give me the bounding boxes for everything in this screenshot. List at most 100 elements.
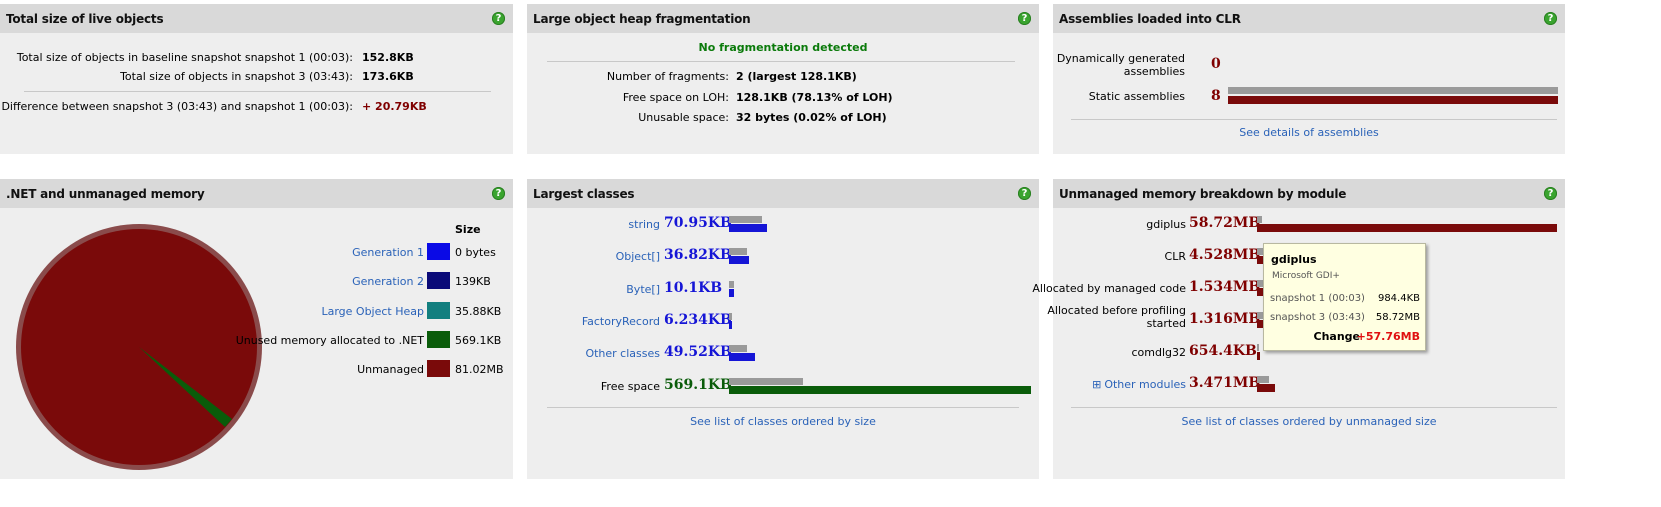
tooltip-subtitle: Microsoft GDI+	[1272, 271, 1340, 281]
tooltip-snapshot-1-label: snapshot 1 (00:03)	[1270, 293, 1365, 304]
tooltip-snapshot-3-value: 58.72MB	[1375, 312, 1420, 323]
baseline-size-value: 152.8KB	[362, 51, 414, 64]
module-row-current-bar	[1257, 352, 1261, 360]
static-assemblies-baseline-bar	[1228, 87, 1558, 94]
help-icon[interactable]: ?	[492, 187, 505, 200]
panel-title: .NET and unmanaged memory	[6, 187, 205, 201]
legend-generation-2-label[interactable]: Generation 2	[352, 275, 424, 288]
help-icon[interactable]: ?	[1018, 187, 1031, 200]
class-row-name[interactable]: Other classes	[585, 347, 660, 360]
classes-by-size-link[interactable]: See list of classes ordered by size	[527, 415, 1039, 428]
class-row-name[interactable]: Byte[]	[626, 283, 660, 296]
class-row-current-bar	[729, 320, 733, 329]
unusable-space-value: 32 bytes (0.02% of LOH)	[736, 111, 887, 124]
module-row-name: Allocated by managed code	[1032, 282, 1186, 295]
fragments-label: Number of fragments:	[606, 70, 729, 83]
legend-loh-label[interactable]: Large Object Heap	[321, 305, 424, 318]
panel-title: Assemblies loaded into CLR	[1059, 12, 1241, 26]
class-row-size: 6.234KB	[664, 311, 732, 328]
dynamic-assemblies-label: assemblies	[1123, 65, 1185, 78]
panel-title: Unmanaged memory breakdown by module	[1059, 187, 1347, 201]
difference-value: + 20.79KB	[362, 100, 427, 113]
static-assemblies-bar	[1228, 87, 1558, 105]
tooltip-snapshot-1-value: 984.4KB	[1377, 293, 1420, 304]
module-row-label: Allocated by managed code	[1032, 282, 1186, 295]
module-row-current-bar	[1257, 224, 1557, 232]
panel-header: Largest classes ?	[527, 179, 1039, 208]
dynamic-assemblies-label: Dynamically generated	[1056, 52, 1185, 65]
tooltip-change-value: +57.76MB	[1356, 330, 1420, 343]
snapshot-size-value: 173.6KB	[362, 70, 414, 83]
loh-fragmentation-panel: Large object heap fragmentation ? No fra…	[527, 4, 1039, 154]
difference-label: Difference between snapshot 3 (03:43) an…	[1, 100, 353, 113]
class-row-size: 36.82KB	[664, 247, 732, 264]
divider	[24, 91, 491, 92]
class-row-baseline-bar	[729, 312, 732, 320]
legend-unused-net-label: Unused memory allocated to .NET	[235, 334, 424, 347]
class-row-current-bar	[729, 224, 767, 232]
class-row-baseline-bar	[729, 345, 747, 353]
module-row-baseline-bar	[1257, 344, 1259, 351]
module-row-name: Allocated before profiling	[1047, 304, 1186, 317]
module-row-baseline-bar	[1257, 376, 1270, 383]
static-assemblies-value: 8	[1211, 88, 1221, 104]
panel-header: Assemblies loaded into CLR ?	[1053, 4, 1565, 33]
snapshot-size-label: Total size of objects in snapshot 3 (03:…	[120, 70, 353, 83]
help-icon[interactable]: ?	[492, 12, 505, 25]
dynamic-assemblies-value: 0	[1211, 56, 1221, 72]
class-row-name[interactable]: FactoryRecord	[582, 315, 660, 328]
module-row-size: 654.4KB	[1189, 343, 1257, 359]
module-row-name: comdlg32	[1131, 346, 1186, 359]
help-icon[interactable]: ?	[1018, 12, 1031, 25]
help-icon[interactable]: ?	[1544, 187, 1557, 200]
module-row-name[interactable]: Other modules	[1104, 378, 1186, 391]
gdiplus-tooltip: gdiplus Microsoft GDI+ snapshot 1 (00:03…	[1263, 243, 1426, 351]
divider	[547, 61, 1015, 62]
expand-icon[interactable]: ⊞	[1092, 378, 1101, 391]
class-row-name[interactable]: Object[]	[616, 250, 660, 263]
assemblies-panel: Assemblies loaded into CLR ? Dynamically…	[1053, 4, 1565, 154]
module-row-size: 3.471MB	[1189, 375, 1261, 391]
legend-generation-1-label[interactable]: Generation 1	[352, 246, 424, 259]
legend-generation-1-value: 0 bytes	[455, 246, 496, 259]
legend-generation-2-value: 139KB	[455, 275, 491, 288]
legend-generation-2-swatch	[427, 272, 450, 289]
module-row-current-bar	[1257, 384, 1275, 392]
size-column-header: Size	[455, 223, 481, 236]
module-row-label[interactable]: ⊞ Other modules	[1092, 378, 1186, 391]
panel-title: Total size of live objects	[6, 12, 164, 26]
class-row-current-bar	[729, 288, 735, 297]
class-row-size: 569.1KB	[664, 376, 732, 393]
unusable-space-label: Unusable space:	[638, 111, 729, 124]
legend-unmanaged-value: 81.02MB	[455, 363, 504, 376]
class-row-size: 70.95KB	[664, 215, 732, 231]
class-row-baseline-bar	[729, 377, 804, 385]
panel-header: Large object heap fragmentation ?	[527, 4, 1039, 33]
module-row-size: 1.534MB	[1189, 279, 1261, 295]
class-row-baseline-bar	[729, 248, 747, 256]
legend-unused-net-value: 569.1KB	[455, 334, 502, 347]
divider	[1071, 119, 1557, 120]
module-row-name: gdiplus	[1146, 218, 1186, 231]
panel-header: Unmanaged memory breakdown by module ?	[1053, 179, 1565, 208]
class-row-size: 49.52KB	[664, 344, 732, 361]
static-assemblies-current-bar	[1228, 96, 1558, 104]
module-row-size: 1.316MB	[1189, 311, 1261, 327]
help-icon[interactable]: ?	[1544, 12, 1557, 25]
net-memory-panel: .NET and unmanaged memory ? Size Generat…	[0, 179, 513, 479]
assemblies-details-link[interactable]: See details of assemblies	[1053, 126, 1565, 139]
class-row-baseline-bar	[729, 280, 734, 288]
class-row-name[interactable]: string	[628, 218, 660, 231]
class-row-current-bar	[729, 256, 749, 265]
panel-title: Largest classes	[533, 187, 635, 201]
module-row-baseline-bar	[1257, 216, 1262, 223]
tooltip-snapshot-3-label: snapshot 3 (03:43)	[1270, 312, 1365, 323]
baseline-size-label: Total size of objects in baseline snapsh…	[16, 51, 353, 64]
class-row-current-bar	[729, 385, 1031, 394]
legend-unmanaged-label: Unmanaged	[357, 363, 424, 376]
unmanaged-breakdown-panel: Unmanaged memory breakdown by module ? g…	[1032, 179, 1565, 479]
static-assemblies-label: Static assemblies	[1088, 90, 1185, 103]
unmanaged-size-link[interactable]: See list of classes ordered by unmanaged…	[1053, 415, 1565, 428]
module-row-label: gdiplus	[1146, 218, 1186, 231]
module-row-size: 4.528MB	[1189, 247, 1261, 263]
